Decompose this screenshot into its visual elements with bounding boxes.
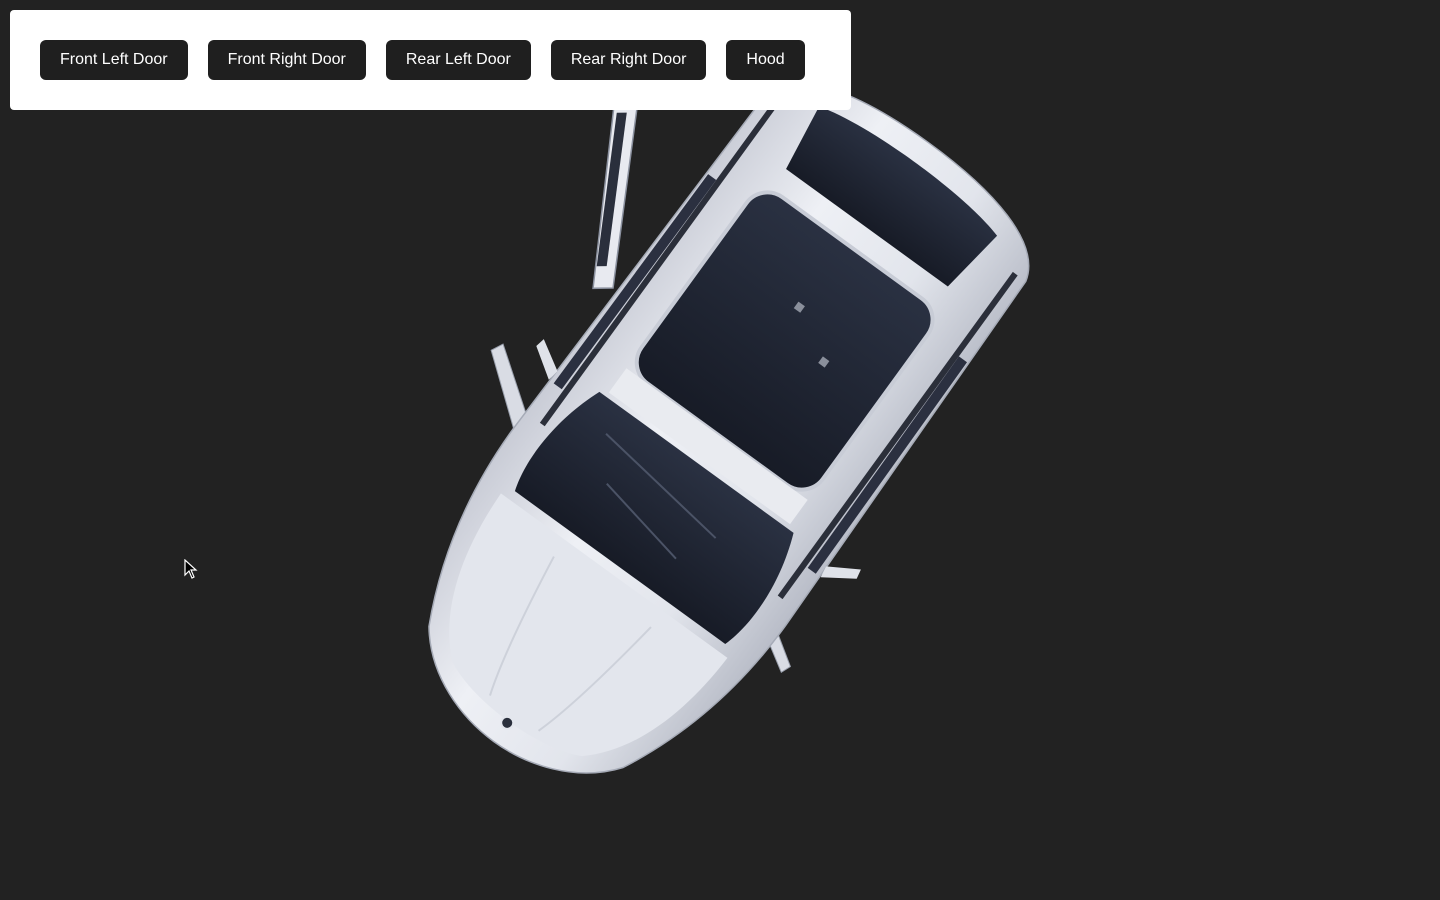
car-scene[interactable] bbox=[0, 0, 1440, 900]
front-right-door-button[interactable]: Front Right Door bbox=[207, 40, 366, 80]
mouse-cursor-icon bbox=[184, 559, 198, 579]
door-control-panel: Front Left Door Front Right Door Rear Le… bbox=[10, 10, 851, 110]
car-model bbox=[428, 82, 1030, 774]
3d-viewport[interactable]: Front Left Door Front Right Door Rear Le… bbox=[0, 0, 1440, 900]
hood-button[interactable]: Hood bbox=[726, 40, 805, 80]
rear-right-door-button[interactable]: Rear Right Door bbox=[550, 40, 707, 80]
rear-left-door-button[interactable]: Rear Left Door bbox=[385, 40, 531, 80]
front-left-door-button[interactable]: Front Left Door bbox=[40, 40, 188, 80]
